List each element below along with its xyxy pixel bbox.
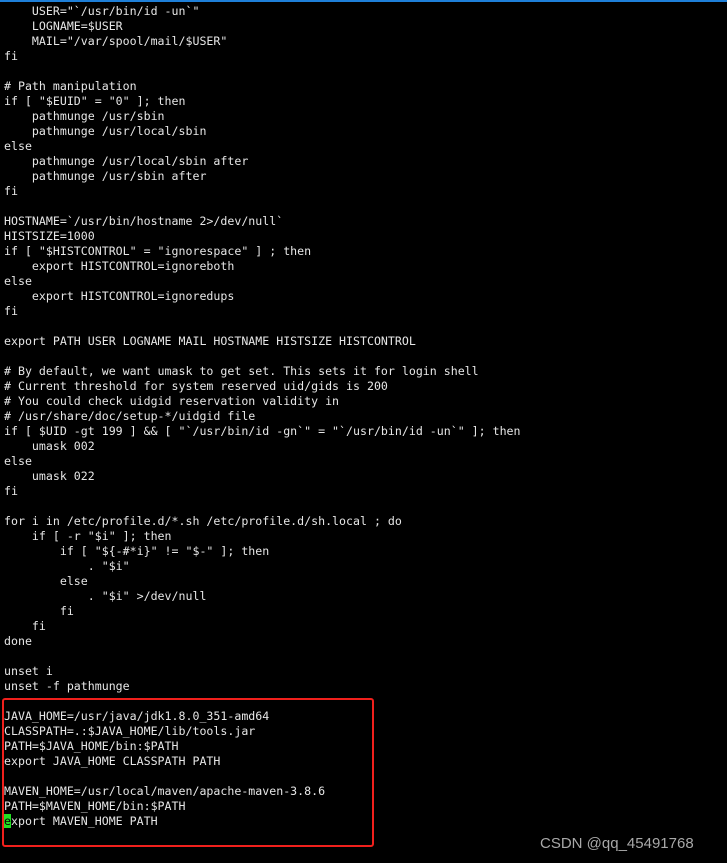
terminal-line: umask 022	[4, 469, 95, 483]
terminal-line: LOGNAME=$USER	[4, 19, 123, 33]
terminal-line: # Path manipulation	[4, 79, 137, 93]
terminal-line: fi	[4, 184, 18, 198]
highlight-box	[2, 698, 374, 847]
terminal-line: MAIL="/var/spool/mail/$USER"	[4, 34, 228, 48]
terminal-line: pathmunge /usr/local/sbin after	[4, 154, 249, 168]
terminal-line: . "$i" >/dev/null	[4, 589, 207, 603]
terminal-line: if [ "$HISTCONTROL" = "ignorespace" ] ; …	[4, 244, 312, 258]
terminal-line: umask 002	[4, 439, 95, 453]
terminal-line: fi	[4, 484, 18, 498]
terminal-line: else	[4, 274, 32, 288]
terminal-line: HISTSIZE=1000	[4, 229, 95, 243]
terminal-line: fi	[4, 49, 18, 63]
terminal-line: unset i	[4, 664, 53, 678]
terminal-line: export HISTCONTROL=ignoredups	[4, 289, 235, 303]
window-top-border	[0, 0, 727, 2]
terminal-line: # You could check uidgid reservation val…	[4, 394, 340, 408]
terminal-line: # /usr/share/doc/setup-*/uidgid file	[4, 409, 256, 423]
terminal-line: if [ -r "$i" ]; then	[4, 529, 172, 543]
terminal-line: else	[4, 454, 32, 468]
terminal-line: else	[4, 574, 88, 588]
terminal-line: pathmunge /usr/sbin after	[4, 169, 207, 183]
terminal-line: HOSTNAME=`/usr/bin/hostname 2>/dev/null`	[4, 214, 284, 228]
terminal-line: fi	[4, 304, 18, 318]
terminal-line: . "$i"	[4, 559, 130, 573]
terminal-line: pathmunge /usr/sbin	[4, 109, 165, 123]
terminal-line: pathmunge /usr/local/sbin	[4, 124, 207, 138]
terminal-line: # Current threshold for system reserved …	[4, 379, 388, 393]
terminal-line: export HISTCONTROL=ignoreboth	[4, 259, 235, 273]
terminal-line: export PATH USER LOGNAME MAIL HOSTNAME H…	[4, 334, 416, 348]
terminal-line: if [ "$EUID" = "0" ]; then	[4, 94, 186, 108]
terminal-line: USER="`/usr/bin/id -un`"	[4, 4, 200, 18]
terminal-line: if [ $UID -gt 199 ] && [ "`/usr/bin/id -…	[4, 424, 521, 438]
terminal-line: fi	[4, 604, 74, 618]
terminal-line: done	[4, 634, 32, 648]
terminal-line: else	[4, 139, 32, 153]
terminal-line: # By default, we want umask to get set. …	[4, 364, 479, 378]
terminal-line: if [ "${-#*i}" != "$-" ]; then	[4, 544, 270, 558]
terminal-line: for i in /etc/profile.d/*.sh /etc/profil…	[4, 514, 402, 528]
watermark: CSDN @qq_45491768	[540, 835, 694, 852]
terminal-line: fi	[4, 619, 46, 633]
terminal-line: unset -f pathmunge	[4, 679, 130, 693]
